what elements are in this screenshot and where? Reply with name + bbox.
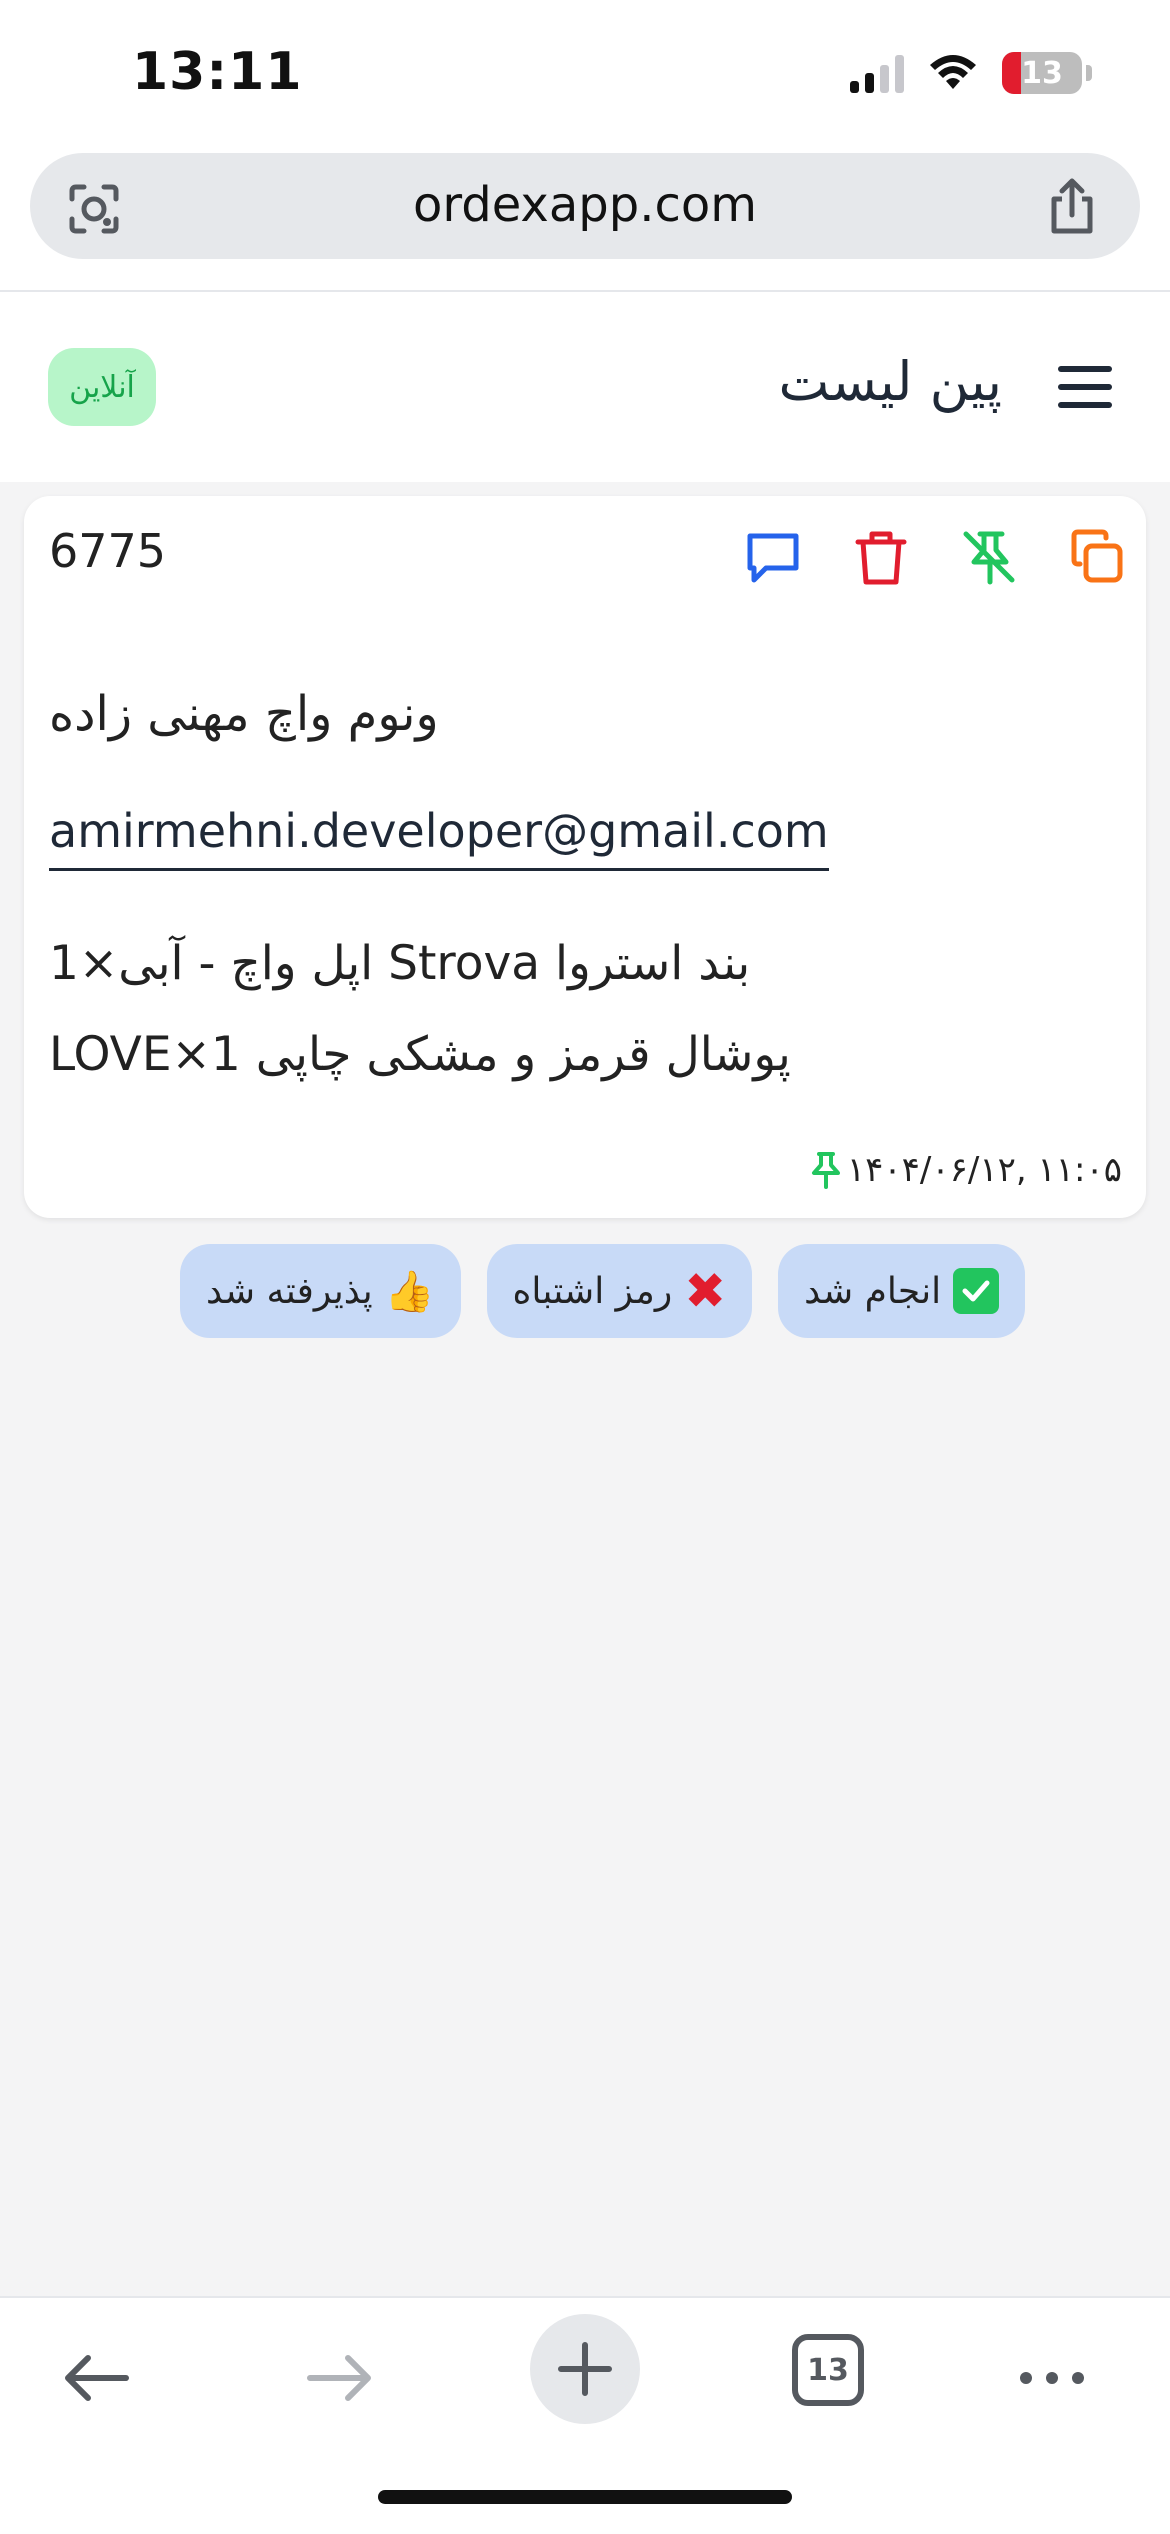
- forward-arrow-icon[interactable]: [300, 2338, 380, 2418]
- battery-nub: [1086, 65, 1092, 81]
- order-id: 6775: [49, 524, 167, 578]
- pinned-timestamp: ۱۴۰۴/۰۶/۱۲, ۱۱:۰۵: [809, 1150, 1122, 1190]
- comment-icon[interactable]: [744, 528, 802, 586]
- delete-icon[interactable]: [852, 528, 910, 586]
- wrong-password-button[interactable]: ✖ رمز اشتباه: [486, 1244, 753, 1338]
- list-item: پوشال قرمز و مشکی چاپی LOVE×1: [49, 1027, 791, 1082]
- home-indicator: [378, 2490, 792, 2504]
- cellular-signal-icon: [850, 53, 904, 93]
- order-card: 6775 ونوم واچ مهنی زاده amirmehni.develo…: [24, 496, 1146, 1218]
- cross-icon: ✖: [684, 1262, 727, 1320]
- address-bar[interactable]: ordexapp.com: [30, 153, 1140, 259]
- copy-icon[interactable]: [1068, 528, 1126, 586]
- unpin-icon[interactable]: [960, 528, 1018, 586]
- url-text: ordexapp.com: [413, 177, 757, 233]
- check-icon: [953, 1268, 1000, 1314]
- browser-top-chrome: 13:11 13 ordexapp.com: [0, 0, 1170, 292]
- status-time: 13:11: [132, 42, 303, 102]
- pin-icon: [811, 1152, 840, 1189]
- order-items: بند استروا Strova اپل واچ - آبی×1 پوشال …: [49, 936, 1119, 1118]
- wifi-icon: [930, 55, 976, 89]
- more-icon[interactable]: [1012, 2338, 1092, 2418]
- chip-label: انجام شد: [804, 1270, 942, 1312]
- pinned-time-text: ۱۴۰۴/۰۶/۱۲, ۱۱:۰۵: [846, 1150, 1122, 1190]
- battery-icon: 13: [1002, 52, 1082, 94]
- page-title: پین لیست: [778, 350, 1002, 413]
- card-actions: [744, 528, 1126, 586]
- status-icons: 13: [850, 52, 1092, 94]
- chip-label: رمز اشتباه: [512, 1270, 673, 1312]
- hamburger-menu-icon[interactable]: [1056, 362, 1114, 412]
- plus-icon: [558, 2342, 612, 2396]
- customer-name: ونوم واچ مهنی زاده: [49, 686, 439, 742]
- share-icon[interactable]: [1044, 177, 1100, 237]
- list-item: بند استروا Strova اپل واچ - آبی×1: [49, 936, 751, 991]
- tabs-button[interactable]: 13: [792, 2334, 864, 2406]
- online-status-badge: آنلاین: [48, 348, 156, 426]
- customer-email-link[interactable]: amirmehni.developer@gmail.com: [49, 804, 829, 871]
- new-tab-button[interactable]: [530, 2314, 640, 2424]
- chip-label: پذیرفته شد: [206, 1270, 373, 1312]
- back-arrow-icon[interactable]: [56, 2338, 136, 2418]
- thumbs-up-icon: 👍: [384, 1268, 435, 1315]
- battery-level: 13: [1021, 55, 1063, 91]
- app-header: آنلاین پین لیست: [0, 292, 1170, 482]
- accepted-button[interactable]: 👍 پذیرفته شد: [180, 1244, 461, 1338]
- done-button[interactable]: انجام شد: [778, 1244, 1026, 1338]
- quick-replies: 👍 پذیرفته شد ✖ رمز اشتباه انجام شد: [180, 1244, 1026, 1338]
